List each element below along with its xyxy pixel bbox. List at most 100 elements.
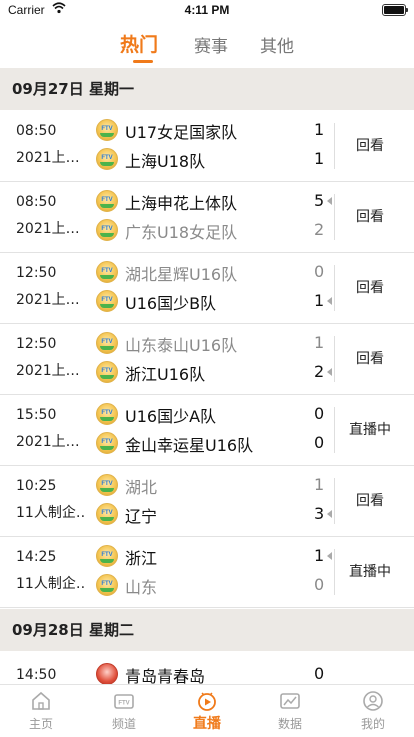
match-row[interactable]: 12:50 2021上… FTV 湖北星辉U16队 0 FTV U16国少B队 — [0, 253, 414, 324]
team-logo-icon: FTV — [96, 432, 118, 454]
nav-home[interactable]: 主页 — [0, 685, 82, 737]
match-row[interactable]: 08:50 2021上… FTV U17女足国家队 1 FTV 上海U18队 1 — [0, 111, 414, 182]
away-team: FTV 上海U18队 1 — [96, 146, 326, 172]
nav-data[interactable]: 数据 — [249, 685, 331, 737]
match-time: 12:50 — [16, 265, 57, 281]
team-logo-icon: FTV — [96, 190, 118, 212]
team-logo-icon: FTV — [96, 545, 118, 567]
team-name: U16国少B队 — [125, 294, 217, 313]
date-section-header: 09月28日 星期二 — [0, 609, 414, 651]
team-logo-icon: FTV — [96, 219, 118, 241]
team-score: 2 — [314, 362, 325, 381]
live-button[interactable]: 直播中 — [340, 419, 400, 439]
team-score: 0 — [314, 433, 325, 452]
logo-text: FTV — [101, 268, 113, 274]
team-name: 山东 — [125, 578, 158, 597]
logo-swoosh — [100, 133, 114, 137]
logo-text: FTV — [101, 226, 113, 232]
winner-arrow-icon — [327, 510, 332, 518]
team-logo-icon: FTV — [96, 503, 118, 525]
home-team: FTV 湖北 1 — [96, 472, 326, 498]
logo-swoosh — [100, 162, 114, 166]
profile-icon — [363, 691, 383, 711]
match-row[interactable]: 12:50 2021上… FTV 山东泰山U16队 1 FTV 浙江U16队 2 — [0, 324, 414, 395]
team-logo-icon: FTV — [96, 290, 118, 312]
logo-swoosh — [100, 233, 114, 237]
team-name: 广东U18女足队 — [125, 223, 238, 242]
match-row[interactable]: 10:25 11人制企… FTV 湖北 1 FTV 辽宁 3 回看 — [0, 466, 414, 537]
divider — [334, 123, 335, 169]
match-row[interactable]: 08:50 2021上… FTV 上海申花上体队 5 FTV 广东U18女足队 — [0, 182, 414, 253]
logo-swoosh — [100, 559, 114, 563]
logo-text: FTV — [101, 410, 113, 416]
replay-button[interactable]: 回看 — [340, 206, 400, 226]
replay-button[interactable]: 回看 — [340, 348, 400, 368]
match-time: 15:50 — [16, 407, 57, 423]
data-chart-icon — [280, 693, 300, 709]
nav-live[interactable]: 直播 — [166, 685, 248, 737]
match-competition: 2021上… — [16, 221, 80, 237]
logo-text: FTV — [101, 368, 113, 374]
nav-label: 数据 — [277, 717, 302, 731]
match-row[interactable]: 15:50 2021上… FTV U16国少A队 0 FTV 金山幸运星U16队 — [0, 395, 414, 466]
bottom-tab-bar: 主页 FTV 频道 直播 数据 我的 — [0, 684, 414, 737]
winner-arrow-icon — [327, 368, 332, 376]
team-name: 上海申花上体队 — [125, 194, 238, 213]
live-play-icon — [198, 692, 216, 711]
winner-arrow-icon — [327, 197, 332, 205]
logo-text: FTV — [101, 510, 113, 516]
team-logo-icon: FTV — [96, 574, 118, 596]
team-name: 浙江 — [125, 549, 158, 568]
logo-swoosh — [100, 275, 114, 279]
nav-profile[interactable]: 我的 — [332, 685, 414, 737]
home-team: FTV U16国少A队 0 — [96, 401, 326, 427]
logo-swoosh — [100, 204, 114, 208]
tab-other[interactable]: 其他 — [260, 32, 294, 57]
replay-button[interactable]: 回看 — [340, 277, 400, 297]
team-score: 1 — [314, 149, 325, 168]
team-score: 2 — [314, 220, 325, 239]
match-competition: 2021上… — [16, 150, 80, 166]
away-team: FTV 山东 0 — [96, 572, 326, 598]
team-name: 辽宁 — [125, 507, 158, 526]
match-time: 12:50 — [16, 336, 57, 352]
match-row[interactable]: 14:25 11人制企… FTV 浙江 1 FTV 山东 0 直播中 — [0, 537, 414, 608]
nav-channel[interactable]: FTV 频道 — [83, 685, 165, 737]
match-competition: 2021上… — [16, 363, 80, 379]
logo-swoosh — [100, 446, 114, 450]
replay-button[interactable]: 回看 — [340, 135, 400, 155]
tab-hot[interactable]: 热门 — [120, 30, 158, 57]
team-logo-icon: FTV — [96, 332, 118, 354]
team-logo-icon — [96, 663, 118, 685]
home-team: FTV U17女足国家队 1 — [96, 117, 326, 143]
team-score: 0 — [314, 262, 325, 281]
divider — [334, 194, 335, 240]
live-button[interactable]: 直播中 — [340, 561, 400, 581]
divider — [334, 407, 335, 453]
tab-events[interactable]: 赛事 — [194, 32, 228, 57]
replay-button[interactable]: 回看 — [340, 490, 400, 510]
logo-swoosh — [100, 304, 114, 308]
logo-text: FTV — [101, 439, 113, 445]
logo-text: FTV — [101, 552, 113, 558]
logo-text: FTV — [101, 481, 113, 487]
logo-text: FTV — [101, 297, 113, 303]
logo-text: FTV — [101, 126, 113, 132]
team-logo-icon: FTV — [96, 261, 118, 283]
clock: 4:11 PM — [184, 3, 230, 17]
match-time: 14:50 — [16, 667, 57, 683]
nav-label: 主页 — [28, 717, 53, 731]
logo-swoosh — [100, 417, 114, 421]
match-time: 08:50 — [16, 123, 57, 139]
home-team: FTV 山东泰山U16队 1 — [96, 330, 326, 356]
home-team: FTV 湖北星辉U16队 0 — [96, 259, 326, 285]
home-icon — [32, 691, 50, 710]
logo-text: FTV — [101, 581, 113, 587]
top-tab-bar: 热门 赛事 其他 — [0, 26, 414, 68]
team-logo-icon: FTV — [96, 474, 118, 496]
tv-icon: FTV — [114, 694, 134, 709]
team-score: 0 — [314, 575, 325, 594]
logo-swoosh — [100, 488, 114, 492]
team-name: U17女足国家队 — [125, 123, 238, 142]
logo-text: FTV — [101, 155, 113, 161]
